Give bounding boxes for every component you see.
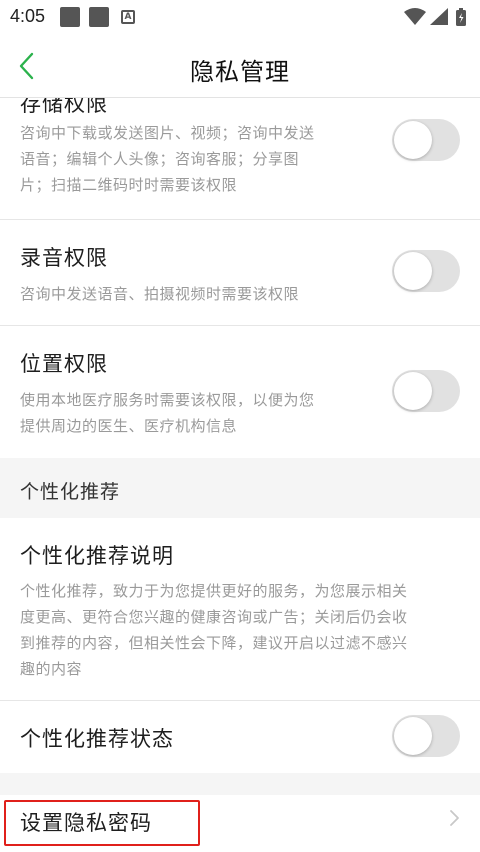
location-permission-desc: 使用本地医疗服务时需要该权限，以便为您 提供周边的医生、医疗机构信息 [20, 391, 315, 435]
toggle-knob [394, 252, 432, 290]
storage-permission-row: 存储权限 咨询中下载或发送图片、视频；咨询中发送 语音；编辑个人头像；咨询客服；… [0, 98, 480, 219]
notification-icon-2 [89, 7, 109, 27]
chevron-right-icon [450, 810, 459, 826]
audio-permission-row: 录音权限 咨询中发送语音、拍摄视频时需要该权限 [0, 220, 480, 325]
storage-permission-desc: 咨询中下载或发送图片、视频；咨询中发送 语音；编辑个人头像；咨询客服；分享图 片… [20, 124, 315, 194]
wifi-icon [404, 8, 426, 25]
status-bar: 4:05 A [0, 0, 480, 34]
signal-icon [430, 8, 448, 25]
location-permission-toggle[interactable] [392, 370, 460, 412]
status-icons [404, 8, 466, 26]
toggle-knob [394, 372, 432, 410]
battery-icon [456, 8, 466, 26]
personalization-status-toggle[interactable] [392, 715, 460, 757]
audio-permission-toggle[interactable] [392, 250, 460, 292]
status-time: 4:05 [10, 6, 46, 26]
section-gap [0, 773, 480, 795]
app-header: 隐私管理 [0, 34, 480, 98]
location-permission-row: 位置权限 使用本地医疗服务时需要该权限，以便为您 提供周边的医生、医疗机构信息 [0, 326, 480, 458]
storage-permission-title: 存储权限 [20, 98, 108, 116]
personalization-section-header: 个性化推荐 [0, 458, 480, 518]
personalization-status-row: 个性化推荐状态 [0, 701, 480, 773]
personalization-explain-row: 个性化推荐说明 个性化推荐，致力于为您提供更好的服务，为您展示相关 度更高、更符… [0, 518, 480, 700]
highlight-annotation [4, 800, 200, 846]
personalization-explain-desc: 个性化推荐，致力于为您提供更好的服务，为您展示相关 度更高、更符合您兴趣的健康咨… [20, 582, 408, 678]
audio-permission-desc: 咨询中发送语音、拍摄视频时需要该权限 [20, 285, 300, 303]
location-permission-title: 位置权限 [20, 352, 108, 376]
storage-permission-toggle[interactable] [392, 119, 460, 161]
notification-app-icon: A [121, 10, 135, 24]
settings-list[interactable]: 存储权限 咨询中下载或发送图片、视频；咨询中发送 语音；编辑个人头像；咨询客服；… [0, 98, 480, 852]
section-title: 个性化推荐 [20, 481, 121, 503]
toggle-knob [394, 121, 432, 159]
privacy-management-screen: 4:05 A 隐私管理 存储权限 咨询中下载或发送图片、视频；咨询中发送 语音；… [0, 0, 480, 852]
personalization-status-title: 个性化推荐状态 [20, 727, 174, 751]
toggle-knob [394, 717, 432, 755]
page-title: 隐私管理 [190, 58, 290, 86]
audio-permission-title: 录音权限 [20, 246, 108, 270]
notification-icon [60, 7, 80, 27]
personalization-explain-title: 个性化推荐说明 [20, 544, 174, 568]
